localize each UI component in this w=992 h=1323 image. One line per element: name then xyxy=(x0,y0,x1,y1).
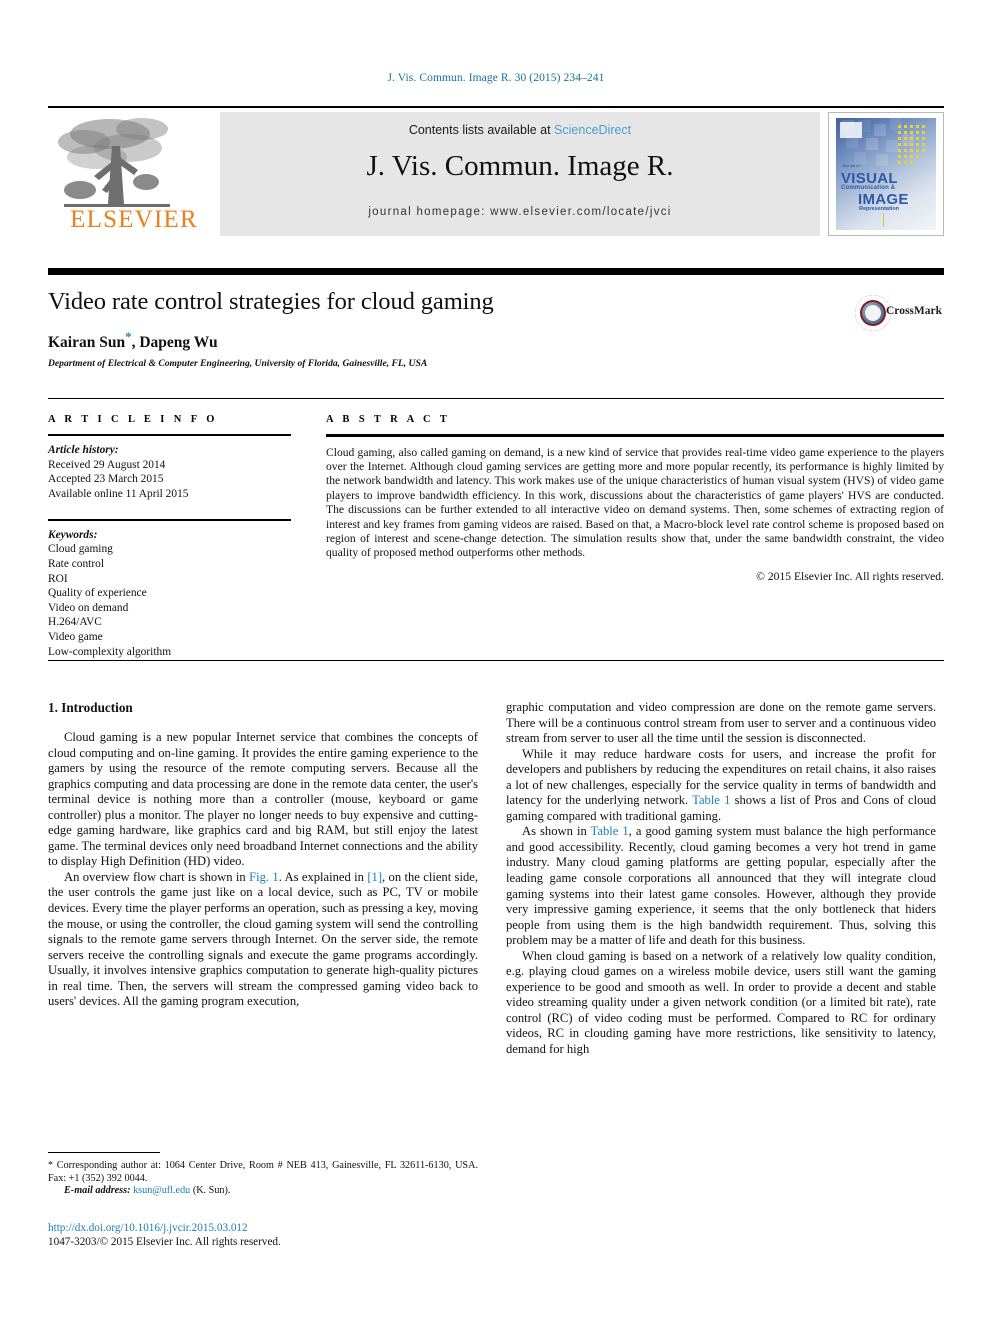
crossmark-label: CrossMark xyxy=(886,305,943,317)
para-text: . As explained in xyxy=(278,869,368,884)
keyword-item: ROI xyxy=(48,572,68,585)
paragraph: An overview flow chart is shown in Fig. … xyxy=(48,870,478,1010)
elsevier-wordmark: ELSEVIER xyxy=(70,206,198,233)
issn-copyright-line: 1047-3203/© 2015 Elsevier Inc. All right… xyxy=(48,1235,281,1248)
paragraph: When cloud gaming is based on a network … xyxy=(506,948,936,1057)
contents-available-line: Contents lists available at ScienceDirec… xyxy=(220,123,820,137)
keywords-group: Keywords: Cloud gaming Rate control ROI … xyxy=(48,528,291,659)
email-link[interactable]: ksun@ufl.edu xyxy=(133,1185,190,1196)
elsevier-logo: ELSEVIER xyxy=(50,112,218,236)
article-page: J. Vis. Commun. Image R. 30 (2015) 234–2… xyxy=(0,0,992,1323)
masthead-top-rule xyxy=(48,106,944,108)
crossmark-badge[interactable]: CrossMark xyxy=(855,292,943,336)
author-secondary: , Dapeng Wu xyxy=(131,334,218,352)
doi-block: http://dx.doi.org/10.1016/j.jvcir.2015.0… xyxy=(48,1222,478,1249)
article-info-separator xyxy=(48,519,291,521)
email-label: E-mail address: xyxy=(64,1185,131,1197)
footnote-text: Corresponding author at: 1064 Center Dri… xyxy=(48,1160,478,1184)
journal-masthead: ELSEVIER Contents lists available at Sci… xyxy=(48,106,944,275)
article-history-label: Article history: xyxy=(48,444,119,456)
cover-art: Journal of VISUAL Communication & IMAGE … xyxy=(836,118,936,230)
footnote-rule xyxy=(48,1152,160,1153)
abstract-column: A B S T R A C T Cloud gaming, also calle… xyxy=(326,414,944,583)
para-text: As shown in xyxy=(522,824,591,839)
keyword-item: Cloud gaming xyxy=(48,543,113,556)
cover-representation-word: Representation xyxy=(859,206,900,212)
table-1-link[interactable]: Table 1 xyxy=(591,824,629,838)
keywords-label: Keywords: xyxy=(48,528,98,541)
journal-title: J. Vis. Commun. Image R. xyxy=(366,150,674,182)
para-text: , on the client side, the user controls … xyxy=(48,869,478,1009)
keyword-item: H.264/AVC xyxy=(48,616,102,629)
affiliation: Department of Electrical & Computer Engi… xyxy=(48,358,428,370)
paragraph: As shown in Table 1, a good gaming syste… xyxy=(506,824,936,948)
paragraph: While it may reduce hardware costs for u… xyxy=(506,747,936,825)
para-text: An overview flow chart is shown in xyxy=(64,869,250,884)
history-item: Accepted 23 March 2015 xyxy=(48,473,164,486)
history-item: Received 29 August 2014 xyxy=(48,458,166,471)
page-title: Video rate control strategies for cloud … xyxy=(48,288,494,315)
section-heading-introduction: 1. Introduction xyxy=(48,700,133,715)
title-block: Video rate control strategies for cloud … xyxy=(48,288,848,369)
cover-dot-grid xyxy=(898,125,932,173)
info-top-rule xyxy=(48,398,944,399)
corresponding-author-footnote: * Corresponding author at: 1064 Center D… xyxy=(48,1160,478,1198)
cover-elsevier-mark xyxy=(840,122,862,138)
keyword-item: Low-complexity algorithm xyxy=(48,645,172,658)
history-item: Available online 11 April 2015 xyxy=(48,487,189,500)
elsevier-tree-icon xyxy=(58,118,170,207)
keyword-item: Video game xyxy=(48,631,103,644)
journal-cover-thumbnail[interactable]: Journal of VISUAL Communication & IMAGE … xyxy=(828,112,944,236)
figure-1-link[interactable]: Fig. 1 xyxy=(249,870,279,884)
paragraph: graphic computation and video compressio… xyxy=(506,700,936,746)
reference-1-link[interactable]: [1] xyxy=(367,870,382,884)
abstract-copyright: © 2015 Elsevier Inc. All rights reserved… xyxy=(756,569,944,583)
table-1-link[interactable]: Table 1 xyxy=(692,793,730,807)
info-bottom-rule xyxy=(48,660,944,661)
keyword-item: Quality of experience xyxy=(48,587,147,600)
masthead-bottom-rule xyxy=(48,268,944,275)
author-primary: Kairan Sun xyxy=(48,334,126,352)
cover-divider xyxy=(883,213,884,227)
article-info-rule xyxy=(48,434,291,436)
article-history-group: Article history: Received 29 August 2014… xyxy=(48,443,291,501)
body-left-column: 1. Introduction Cloud gaming is a new po… xyxy=(48,700,478,1010)
masthead-center-box: Contents lists available at ScienceDirec… xyxy=(220,112,820,236)
cover-journal-of-label: Journal of xyxy=(842,164,860,168)
doi-link[interactable]: http://dx.doi.org/10.1016/j.jvcir.2015.0… xyxy=(48,1222,478,1236)
article-info-column: A R T I C L E I N F O Article history: R… xyxy=(48,414,291,659)
keyword-item: Video on demand xyxy=(48,601,129,614)
keyword-item: Rate control xyxy=(48,558,104,571)
abstract-rule xyxy=(326,434,944,437)
author-list: Kairan Sun*, Dapeng Wu xyxy=(48,329,848,352)
article-info-heading: A R T I C L E I N F O xyxy=(48,414,218,425)
body-right-column: graphic computation and video compressio… xyxy=(506,700,936,1058)
journal-homepage-link[interactable]: journal homepage: www.elsevier.com/locat… xyxy=(220,206,820,218)
sciencedirect-link[interactable]: ScienceDirect xyxy=(554,123,631,137)
email-suffix: (K. Sun). xyxy=(190,1185,231,1197)
paragraph: Cloud gaming is a new popular Internet s… xyxy=(48,730,478,869)
contents-prefix: Contents lists available at xyxy=(408,123,555,137)
abstract-heading: A B S T R A C T xyxy=(326,414,451,425)
running-head: J. Vis. Commun. Image R. 30 (2015) 234–2… xyxy=(387,72,605,84)
abstract-text: Cloud gaming, also called gaming on dema… xyxy=(326,445,944,560)
para-text: , a good gaming system must balance the … xyxy=(506,824,936,948)
